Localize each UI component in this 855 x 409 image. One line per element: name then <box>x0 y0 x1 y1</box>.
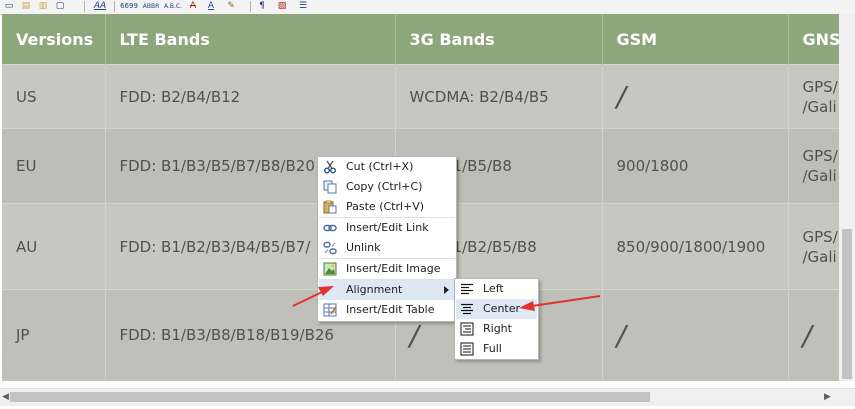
align-right-icon <box>460 322 474 336</box>
cell-3g[interactable]: WCDMA: B2/B4/B5 <box>395 64 603 129</box>
cell-gnss[interactable]: GPS//Gali <box>788 203 839 290</box>
copy-icon <box>323 180 337 194</box>
menu-item-label: Insert/Edit Table <box>346 303 435 316</box>
header-versions[interactable]: Versions <box>2 14 106 65</box>
paste-text-tool-icon[interactable]: ▢ <box>53 0 67 13</box>
table-row: US FDD: B2/B4/B12 WCDMA: B2/B4/B5 / GPS/… <box>2 64 839 129</box>
align-justify-icon <box>460 342 474 356</box>
menu-item-label: Cut (Ctrl+X) <box>346 160 414 173</box>
vertical-scroll-thumb[interactable] <box>842 229 852 379</box>
edit-tool-icon[interactable]: ✎ <box>224 0 238 13</box>
submenu-item-center[interactable]: Center <box>456 299 537 319</box>
copy-tool-icon[interactable]: ▤ <box>19 0 33 13</box>
gnss-line: /Gali <box>802 97 837 116</box>
align-center-icon <box>461 303 473 315</box>
submenu-arrow-icon <box>444 286 449 294</box>
cell-gnss[interactable]: / <box>788 289 839 380</box>
style-tool-icon[interactable]: AA <box>91 0 109 13</box>
scroll-left-arrow-icon[interactable]: ◀ <box>2 389 9 406</box>
table-tool-icon[interactable]: ▭ <box>2 0 16 13</box>
submenu-item-label: Center <box>483 302 521 315</box>
menu-item-insert-link[interactable]: Insert/Edit Link <box>319 218 455 238</box>
header-gnss[interactable]: GNSS <box>788 14 839 65</box>
cell-gsm[interactable]: 850/900/1800/1900 <box>602 203 789 290</box>
vertical-scrollbar[interactable] <box>839 14 855 381</box>
scissors-icon <box>324 160 336 174</box>
menu-item-copy[interactable]: Copy (Ctrl+C) <box>319 177 455 197</box>
cell-lte[interactable]: FDD: B2/B4/B12 <box>105 64 396 129</box>
unlink-icon <box>323 241 337 255</box>
submenu-item-label: Full <box>483 342 502 355</box>
horizontal-scroll-thumb[interactable] <box>10 392 650 402</box>
link-icon <box>323 224 337 232</box>
menu-item-paste[interactable]: Paste (Ctrl+V) <box>319 197 455 217</box>
submenu-item-full[interactable]: Full <box>456 339 537 359</box>
align-left-icon <box>461 283 473 295</box>
submenu-item-right[interactable]: Right <box>456 319 537 339</box>
menu-item-cut[interactable]: Cut (Ctrl+X) <box>319 157 455 177</box>
editor-window: ▭ ▤ ▥ ▢ AA 6699 ABBR A.B.C. A A ✎ ¶ ▧ ☰ <box>0 0 855 409</box>
acronym-tool-icon[interactable]: A.B.C. <box>162 0 184 13</box>
cell-gsm[interactable]: / <box>602 289 789 380</box>
table-icon <box>323 303 337 317</box>
cell-version[interactable]: JP <box>2 289 106 380</box>
header-3g-bands[interactable]: 3G Bands <box>395 14 603 65</box>
image-icon <box>323 262 337 276</box>
menu-item-alignment[interactable]: Alignment <box>319 280 455 300</box>
editor-toolbar: ▭ ▤ ▥ ▢ AA 6699 ABBR A.B.C. A A ✎ ¶ ▧ ☰ <box>0 0 855 15</box>
horizontal-rule-tool-icon[interactable]: ☰ <box>296 0 310 13</box>
cell-version[interactable]: EU <box>2 128 106 204</box>
gnss-line: /Gali <box>802 247 837 266</box>
header-gsm[interactable]: GSM <box>602 14 789 65</box>
scroll-right-arrow-icon[interactable]: ▶ <box>824 389 831 406</box>
paste-icon <box>323 200 337 214</box>
paste-tool-icon[interactable]: ▥ <box>36 0 50 13</box>
submenu-item-label: Right <box>483 322 512 335</box>
text-color-tool-icon[interactable]: A <box>204 0 218 13</box>
submenu-item-label: Left <box>483 282 504 295</box>
menu-item-label: Insert/Edit Link <box>346 221 429 234</box>
menu-item-unlink[interactable]: Unlink <box>319 238 455 258</box>
paragraph-tool-icon[interactable]: ¶ <box>256 0 268 13</box>
menu-item-label: Copy (Ctrl+C) <box>346 180 423 193</box>
cell-gnss[interactable]: GPS/ /Gali <box>788 128 839 204</box>
cell-version[interactable]: US <box>2 64 106 129</box>
alignment-submenu: Left Center Right Full <box>454 278 539 360</box>
context-menu: Cut (Ctrl+X) Copy (Ctrl+C) Paste (Ctrl+V… <box>317 156 457 322</box>
menu-item-insert-table[interactable]: Insert/Edit Table <box>319 300 455 320</box>
toolbar-separator <box>84 1 85 12</box>
gnss-line: /Gali <box>802 167 837 185</box>
toolbar-separator <box>250 1 251 12</box>
header-lte-bands[interactable]: LTE Bands <box>105 14 396 65</box>
menu-item-label: Alignment <box>346 283 403 296</box>
menu-item-insert-image[interactable]: Insert/Edit Image <box>319 259 455 279</box>
remove-format-tool-icon[interactable]: ▧ <box>275 0 289 13</box>
cell-gsm[interactable]: / <box>602 64 789 129</box>
cell-version[interactable]: AU <box>2 203 106 290</box>
gnss-line: GPS/ <box>802 147 838 165</box>
toolbar-separator <box>114 1 115 12</box>
menu-item-label: Insert/Edit Image <box>346 262 441 275</box>
abbr-tool-icon[interactable]: ABBR <box>140 0 162 13</box>
submenu-item-left[interactable]: Left <box>456 279 537 299</box>
gnss-line: GPS/ <box>802 227 838 246</box>
strikethrough-tool-icon[interactable]: A <box>186 0 200 13</box>
quote-tool-icon[interactable]: 6699 <box>119 0 139 13</box>
menu-item-label: Unlink <box>346 241 381 254</box>
cell-gsm[interactable]: 900/1800 <box>602 128 789 204</box>
table-header-row: Versions LTE Bands 3G Bands GSM GNSS <box>2 14 839 65</box>
horizontal-scrollbar[interactable]: ◀ ▶ <box>0 388 855 406</box>
menu-item-label: Paste (Ctrl+V) <box>346 200 425 213</box>
cell-gnss[interactable]: GPS//Gali <box>788 64 839 129</box>
gnss-line: GPS/ <box>802 77 838 96</box>
